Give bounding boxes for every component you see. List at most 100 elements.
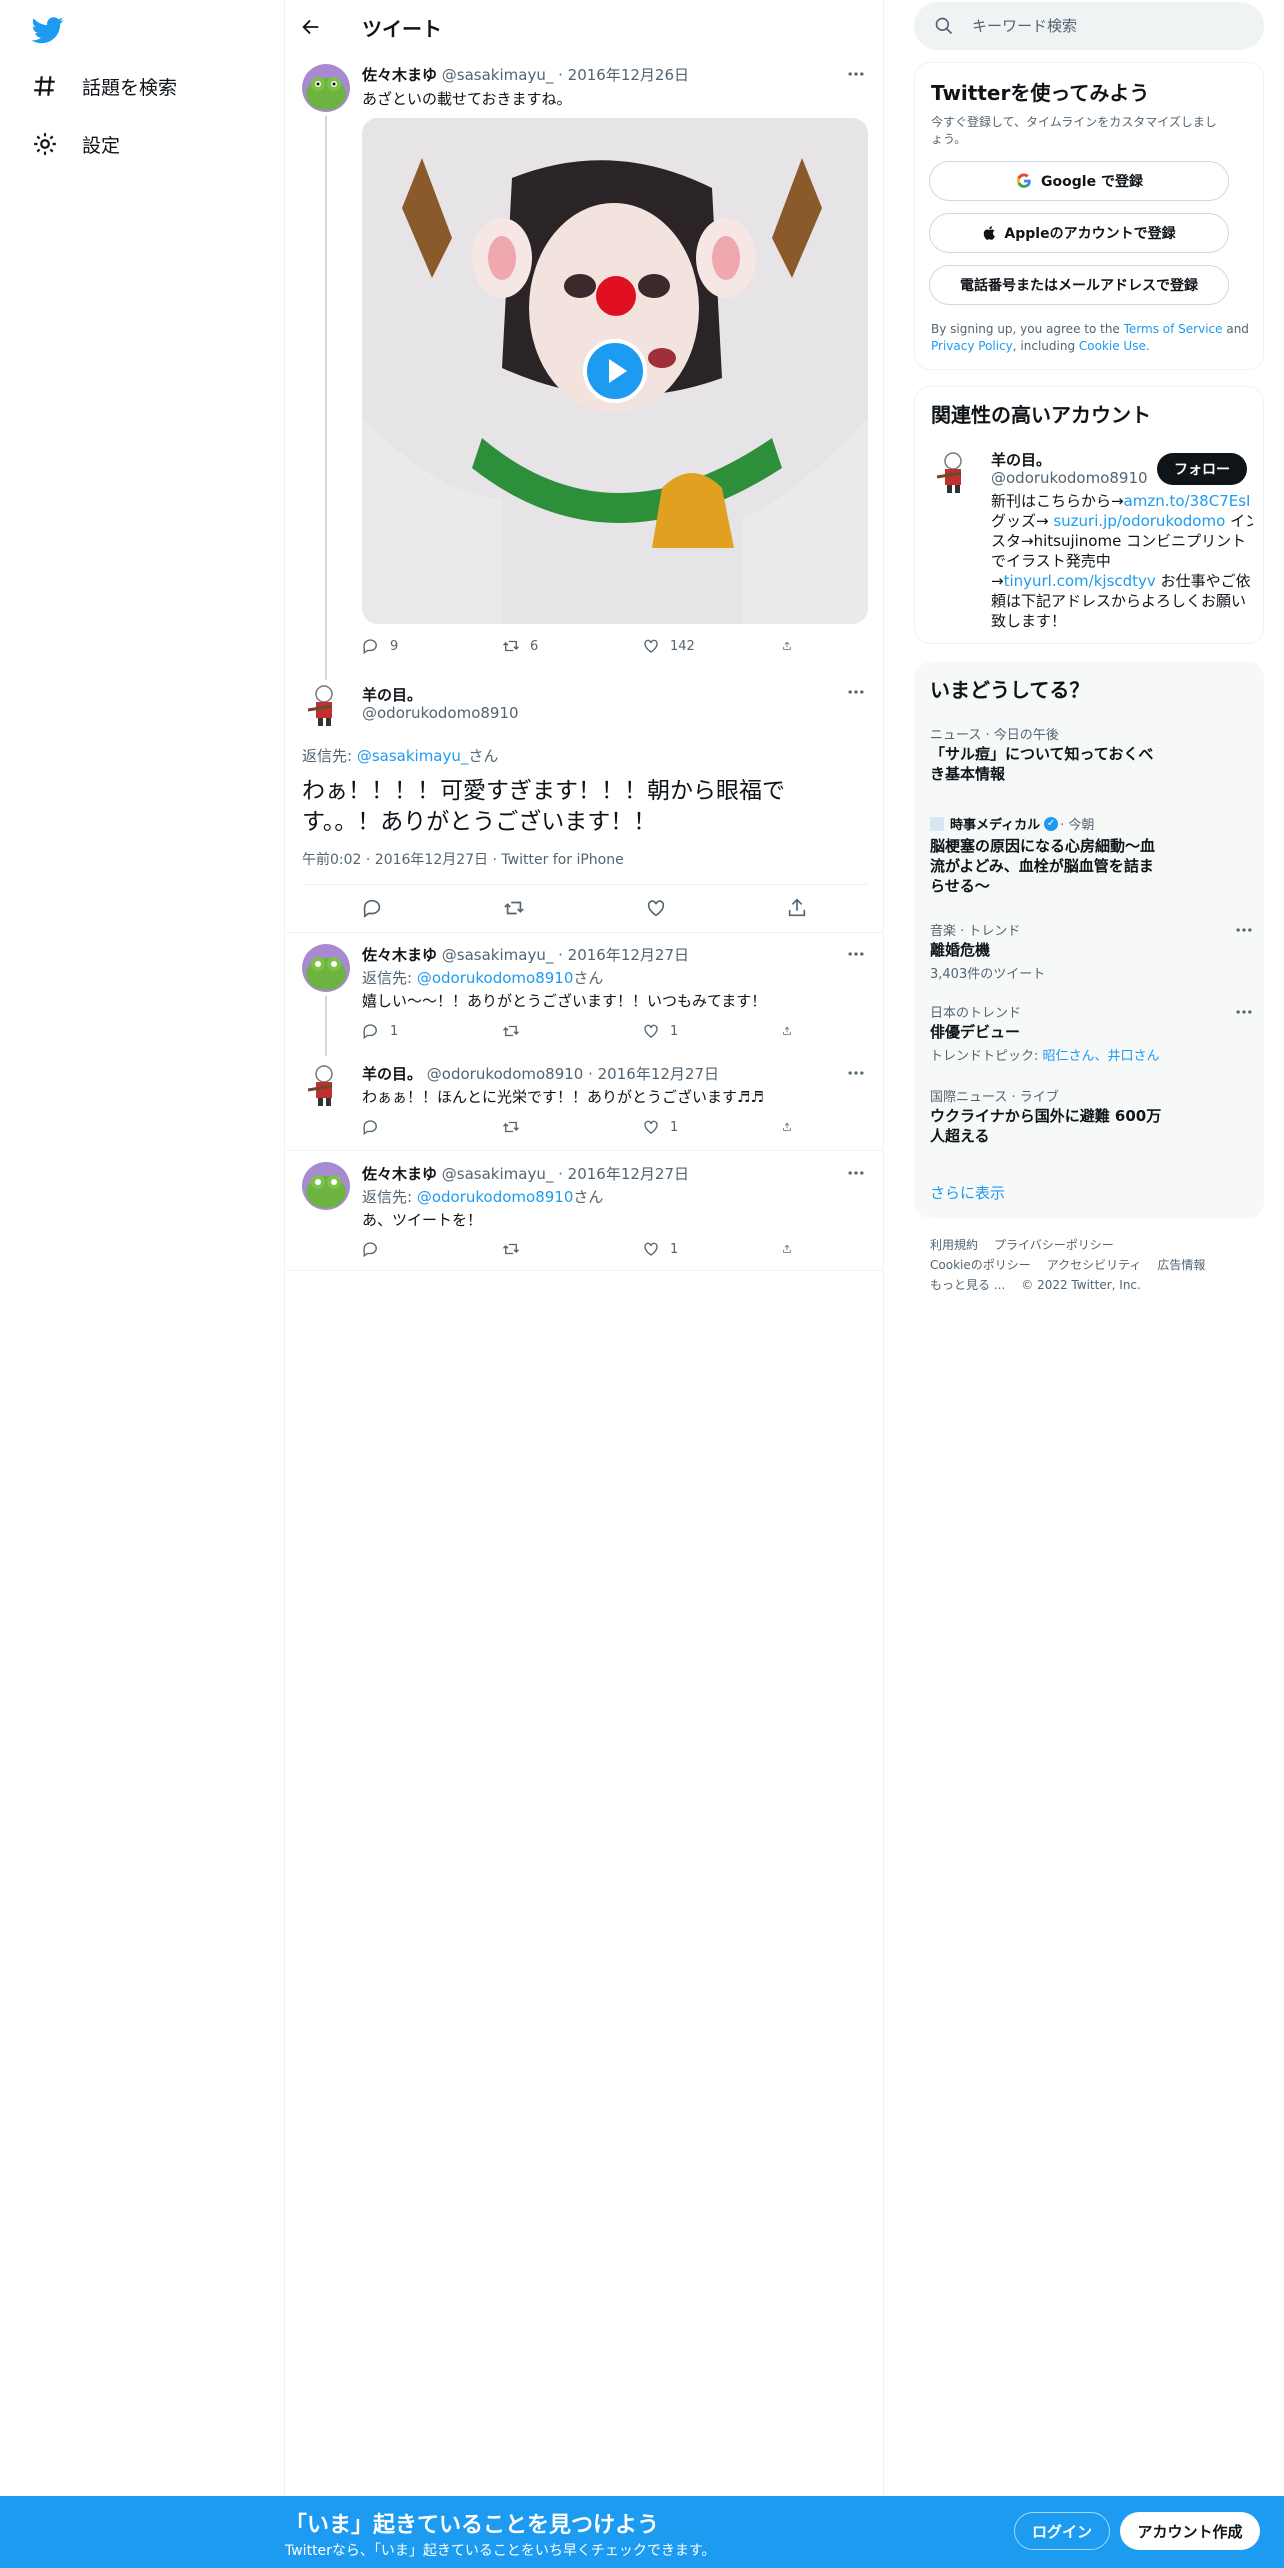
reply-author-name[interactable]: 羊の目。: [362, 1065, 422, 1083]
share-button[interactable]: [786, 897, 808, 919]
more-options-icon[interactable]: [846, 1063, 866, 1083]
avatar-sasakimayu[interactable]: [302, 944, 350, 992]
trend-topics-link[interactable]: 昭仁さん、井口さん: [1043, 1049, 1160, 1064]
like-button[interactable]: 1: [642, 1118, 752, 1136]
reply-author-name[interactable]: 佐々木まゆ: [362, 1165, 437, 1183]
trend-title-line: き基本情報: [930, 765, 1006, 783]
signup-button[interactable]: アカウント作成: [1120, 2512, 1260, 2550]
reply-suffix: さん: [573, 969, 604, 987]
bio-text: グッズ→: [991, 512, 1054, 530]
like-button[interactable]: 142: [642, 637, 752, 655]
apple-signup-button[interactable]: Appleのアカウントで登録: [929, 213, 1229, 253]
more-options-icon[interactable]: [846, 1163, 866, 1183]
related-name[interactable]: 羊の目。: [991, 449, 1051, 470]
page-header: ツイート: [286, 0, 884, 54]
like-count: 142: [670, 638, 695, 654]
retweet-button[interactable]: [502, 1022, 612, 1040]
avatar-odorukodomo[interactable]: [931, 447, 979, 495]
search-input[interactable]: [972, 17, 1252, 35]
reply-prefix: 返信先:: [302, 747, 357, 765]
retweet-button[interactable]: [502, 1118, 612, 1136]
share-button[interactable]: [782, 1118, 802, 1136]
back-arrow-icon[interactable]: [300, 16, 322, 38]
avatar-odorukodomo[interactable]: [302, 680, 350, 728]
share-button[interactable]: [782, 1240, 802, 1258]
focus-author-handle: @odorukodomo8910: [362, 704, 519, 722]
divider: [286, 932, 884, 933]
signup-title: Twitterを使ってみよう: [931, 81, 1150, 105]
phone-email-signup-button[interactable]: 電話番号またはメールアドレスで登録: [929, 265, 1229, 305]
bio-link[interactable]: tinyurl.com/kjscdtyv: [1004, 572, 1156, 590]
reply-button[interactable]: [362, 897, 384, 919]
terms-link[interactable]: Terms of Service: [1124, 322, 1223, 336]
reply-to-link[interactable]: @sasakimayu_: [357, 747, 469, 765]
cookie-link[interactable]: Cookie Use.: [1079, 339, 1150, 353]
focus-author-name[interactable]: 羊の目。: [362, 684, 422, 705]
privacy-link[interactable]: Privacy Policy: [931, 339, 1013, 353]
reply-button[interactable]: [362, 1118, 472, 1136]
copyright: © 2022 Twitter, Inc.: [1021, 1278, 1141, 1292]
trend-category: 時事メディカル ✓ · 今朝: [930, 814, 1094, 833]
trend-title: 脳梗塞の原因になる心房細動～血 流がよどみ、血栓が脳血管を詰ま らせる～: [930, 836, 1170, 896]
like-button[interactable]: 1: [642, 1022, 752, 1040]
play-icon: [609, 359, 627, 383]
reply-to-link[interactable]: @odorukodomo8910: [417, 969, 574, 987]
retweet-button[interactable]: [502, 1240, 612, 1258]
play-button[interactable]: [583, 339, 647, 403]
reply-text: あ、ツイートを！: [362, 1211, 483, 1229]
share-button[interactable]: [782, 1022, 802, 1040]
retweet-button[interactable]: 6: [502, 637, 612, 655]
focus-timestamp[interactable]: 午前0:02 · 2016年12月27日 · Twitter for iPhon…: [302, 849, 624, 869]
more-options-icon[interactable]: [1234, 1002, 1254, 1022]
avatar-odorukodomo[interactable]: [302, 1060, 350, 1108]
trend-title-line: ウクライナから国外に避難 600万: [930, 1107, 1162, 1125]
related-name-text: 羊の目。: [991, 451, 1052, 469]
footer-link[interactable]: アクセシビリティ: [1047, 1258, 1142, 1272]
like-button[interactable]: 1: [642, 1240, 752, 1258]
more-options-icon[interactable]: [846, 64, 866, 84]
bio-text: 頼は下記アドレスからよろしくお願い: [991, 592, 1247, 610]
bio-text: イン: [1230, 512, 1253, 530]
login-button[interactable]: ログイン: [1014, 2512, 1110, 2550]
more-options-icon[interactable]: [1234, 920, 1254, 940]
footer-link[interactable]: 広告情報: [1157, 1258, 1205, 1272]
share-button[interactable]: [782, 637, 802, 655]
reply-button[interactable]: 9: [362, 637, 472, 655]
avatar-sasakimayu[interactable]: [302, 1162, 350, 1210]
google-signup-button[interactable]: Google で登録: [929, 161, 1229, 201]
heart-icon: [647, 900, 664, 917]
reply-context: 返信先: @odorukodomo8910さん: [362, 1186, 603, 1207]
more-options-icon[interactable]: [846, 944, 866, 964]
reply-to-link[interactable]: @odorukodomo8910: [417, 1188, 574, 1206]
footer-link[interactable]: 利用規約: [930, 1238, 978, 1252]
reply-author-name[interactable]: 佐々木まゆ: [362, 946, 437, 964]
like-button[interactable]: [645, 897, 667, 919]
focus-tweet-text: わぁ！！！！可愛すぎます！！！朝から眼福で す。。！ありがとうございます！！: [302, 776, 785, 838]
retweet-button[interactable]: [503, 897, 525, 919]
footer-line: もっと見る ... © 2022 Twitter, Inc.: [930, 1276, 1157, 1293]
retweet-icon: [503, 1025, 519, 1037]
show-more-link[interactable]: さらに表示: [930, 1182, 1005, 1203]
footer-link[interactable]: プライバシーポリシー: [994, 1238, 1114, 1252]
nav-settings[interactable]: 設定: [32, 124, 120, 164]
footer-link[interactable]: Cookieのポリシー: [930, 1258, 1031, 1272]
footer-more-link[interactable]: もっと見る ...: [930, 1278, 1005, 1292]
avatar-sasakimayu[interactable]: [302, 64, 350, 112]
share-icon: [789, 898, 806, 917]
apple-icon: [984, 226, 996, 240]
nav-explore[interactable]: 話題を検索: [32, 66, 177, 106]
reply-actions: 1: [362, 1237, 802, 1261]
trend-title-line: 脳梗塞の原因になる心房細動～血: [930, 837, 1156, 855]
more-options-icon[interactable]: [846, 682, 866, 702]
reply-button[interactable]: [362, 1240, 472, 1258]
reply-button[interactable]: 1: [362, 1022, 472, 1040]
bio-link[interactable]: suzuri.jp/odorukodomo: [1053, 512, 1225, 530]
follow-button[interactable]: フォロー: [1157, 453, 1247, 485]
bio-link[interactable]: amzn.to/38C7EsI: [1124, 492, 1251, 510]
author-name[interactable]: 佐々木まゆ: [362, 66, 437, 84]
reply-meta: @sasakimayu_ · 2016年12月27日: [441, 946, 690, 964]
search-box[interactable]: [914, 2, 1264, 50]
twitter-logo-icon[interactable]: [32, 14, 64, 46]
tweet-video[interactable]: [362, 118, 868, 624]
reply-meta: @sasakimayu_ · 2016年12月27日: [441, 1165, 690, 1183]
